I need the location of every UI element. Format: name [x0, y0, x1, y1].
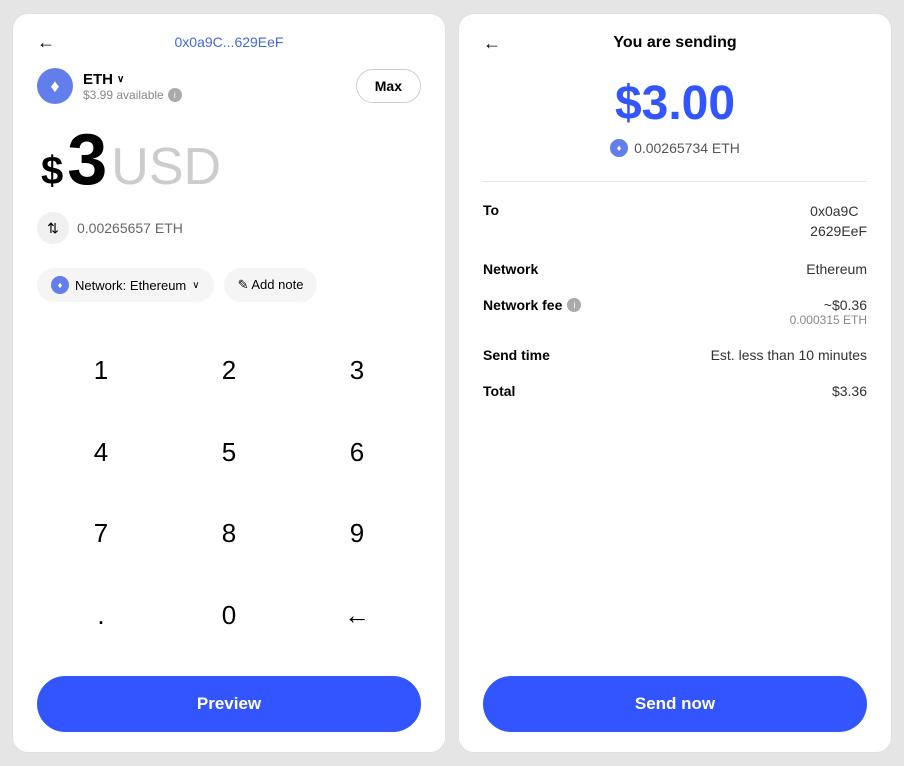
sending-amount: $3.00	[483, 76, 867, 131]
sending-eth: ♦ 0.00265734 ETH	[483, 139, 867, 157]
token-info: ♦ ETH ∨ $3.99 available i	[37, 68, 182, 104]
network-label: Network: Ethereum	[75, 278, 186, 293]
send-time-row: Send time Est. less than 10 minutes	[483, 347, 867, 363]
numpad: 1 2 3 4 5 6 7 8 9 . 0 ←	[37, 330, 421, 656]
divider	[483, 181, 867, 182]
network-row: Network Ethereum	[483, 261, 867, 277]
eth-amount-row: ⇅ 0.00265657 ETH	[37, 212, 421, 244]
fee-label-group: Network fee i	[483, 297, 581, 313]
to-label: To	[483, 202, 499, 218]
total-label: Total	[483, 383, 515, 399]
available-info-icon[interactable]: i	[168, 88, 182, 102]
total-value: $3.36	[832, 383, 867, 399]
network-chevron: ∨	[192, 280, 199, 291]
right-panel: ← You are sending $3.00 ♦ 0.00265734 ETH…	[458, 13, 892, 753]
max-button[interactable]: Max	[356, 69, 421, 103]
eth-logo: ♦	[37, 68, 73, 104]
network-detail-value: Ethereum	[806, 261, 867, 277]
sending-eth-amount: 0.00265734 ETH	[634, 140, 740, 156]
send-time-value: Est. less than 10 minutes	[711, 347, 867, 363]
fee-usd: ~$0.36	[790, 297, 867, 313]
fee-info-icon[interactable]: i	[567, 298, 581, 312]
numpad-key-backspace[interactable]: ←	[293, 575, 421, 657]
fee-eth: 0.000315 ETH	[790, 313, 867, 327]
network-detail-label: Network	[483, 261, 538, 277]
left-back-arrow[interactable]: ←	[37, 32, 55, 53]
currency-label: USD	[111, 141, 221, 193]
numpad-key-dot[interactable]: .	[37, 575, 165, 657]
options-row: ♦ Network: Ethereum ∨ ✎ Add note	[37, 268, 421, 302]
numpad-key-8[interactable]: 8	[165, 493, 293, 575]
sending-eth-icon: ♦	[610, 139, 628, 157]
numpad-key-5[interactable]: 5	[165, 412, 293, 494]
numpad-key-1[interactable]: 1	[37, 330, 165, 412]
token-name[interactable]: ETH ∨	[83, 71, 182, 88]
send-time-label: Send time	[483, 347, 550, 363]
send-now-button[interactable]: Send now	[483, 676, 867, 732]
token-details: ETH ∨ $3.99 available i	[83, 71, 182, 102]
fee-label: Network fee	[483, 297, 562, 313]
eth-amount-text: 0.00265657 ETH	[77, 220, 183, 236]
fee-row: Network fee i ~$0.36 0.000315 ETH	[483, 297, 867, 327]
right-title: You are sending	[613, 34, 736, 52]
network-eth-icon: ♦	[51, 276, 69, 294]
to-address-line1: 0x0a9C	[810, 202, 867, 222]
numpad-key-7[interactable]: 7	[37, 493, 165, 575]
to-address-line2: 2629EeF	[810, 222, 867, 242]
preview-button[interactable]: Preview	[37, 676, 421, 732]
numpad-key-2[interactable]: 2	[165, 330, 293, 412]
dollar-sign: $	[41, 149, 63, 194]
numpad-key-4[interactable]: 4	[37, 412, 165, 494]
token-row: ♦ ETH ∨ $3.99 available i Max	[37, 68, 421, 104]
to-row: To 0x0a9C 2629EeF	[483, 202, 867, 241]
to-address: 0x0a9C 2629EeF	[810, 202, 867, 241]
total-row: Total $3.36	[483, 383, 867, 399]
left-panel: ← 0x0a9C...629EeF ♦ ETH ∨ $3.99 availabl…	[12, 13, 446, 753]
wallet-address[interactable]: 0x0a9C...629EeF	[175, 34, 284, 50]
right-back-arrow[interactable]: ←	[483, 33, 501, 54]
amount-number: 3	[67, 124, 107, 196]
add-note-button[interactable]: ✎ Add note	[224, 268, 318, 302]
right-header: ← You are sending	[483, 34, 867, 52]
sending-usd: $3.00	[483, 76, 867, 131]
left-header: ← 0x0a9C...629EeF	[37, 34, 421, 50]
numpad-key-9[interactable]: 9	[293, 493, 421, 575]
numpad-key-0[interactable]: 0	[165, 575, 293, 657]
token-chevron: ∨	[117, 74, 124, 85]
token-available: $3.99 available i	[83, 88, 182, 102]
fee-value: ~$0.36 0.000315 ETH	[790, 297, 867, 327]
numpad-key-6[interactable]: 6	[293, 412, 421, 494]
amount-display: $ 3 USD	[37, 124, 421, 196]
network-button[interactable]: ♦ Network: Ethereum ∨	[37, 268, 214, 302]
add-note-label: ✎ Add note	[238, 277, 304, 293]
numpad-key-3[interactable]: 3	[293, 330, 421, 412]
swap-icon[interactable]: ⇅	[37, 212, 69, 244]
